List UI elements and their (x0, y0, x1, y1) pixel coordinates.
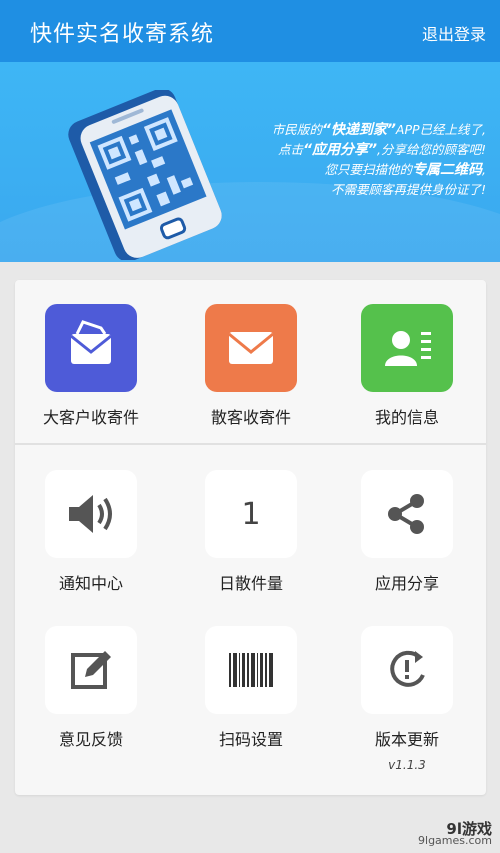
menu-card: 大客户收寄件 散客收寄件 我的信息 通知中心 1 日散件量 应用分享 意见反馈 … (15, 280, 486, 795)
tile-label: 扫码设置 (218, 730, 283, 749)
tile-scan-settings[interactable]: 扫码设置 (181, 626, 321, 750)
tile-label: 通知中心 (58, 574, 123, 593)
section-divider (15, 443, 486, 445)
tile-app-share[interactable]: 应用分享 (337, 470, 477, 594)
tile-notification-center[interactable]: 通知中心 (21, 470, 161, 594)
app-title: 快件实名收寄系统 (30, 22, 215, 47)
promo-text: 市民版的“快递到家”APP已经上线了, 点击“应用分享”,分享给您的顾客吧! 您… (271, 122, 486, 197)
contact-card-icon (361, 304, 453, 392)
tile-label: 日散件量 (218, 574, 283, 593)
tile-label: 意见反馈 (58, 730, 123, 749)
tile-label: 版本更新 (374, 730, 439, 749)
mail-open-icon (45, 304, 137, 392)
daily-count-value: 1 (241, 496, 261, 532)
count-badge: 1 (205, 470, 297, 558)
update-icon (361, 626, 453, 714)
version-number: v1.1.3 (388, 758, 426, 772)
share-icon (361, 470, 453, 558)
watermark-logo: 9l游戏 9lgames.com (418, 820, 492, 847)
tile-large-customer[interactable]: 大客户收寄件 (21, 304, 161, 428)
mail-icon (205, 304, 297, 392)
tile-label: 大客户收寄件 (42, 408, 139, 427)
tile-label: 散客收寄件 (210, 408, 291, 427)
tile-walkin-customer[interactable]: 散客收寄件 (181, 304, 321, 428)
app-header: 快件实名收寄系统 退出登录 (0, 0, 500, 62)
tile-feedback[interactable]: 意见反馈 (21, 626, 161, 750)
tile-version-update[interactable]: 版本更新 v1.1.3 (337, 626, 477, 772)
tile-my-info[interactable]: 我的信息 (337, 304, 477, 428)
tile-label: 应用分享 (374, 574, 439, 593)
tile-daily-count[interactable]: 1 日散件量 (181, 470, 321, 594)
logout-button[interactable]: 退出登录 (422, 21, 486, 45)
barcode-icon (205, 626, 297, 714)
phone-qr-illustration (68, 90, 222, 260)
edit-icon (45, 626, 137, 714)
speaker-icon (45, 470, 137, 558)
promo-banner[interactable]: 市民版的“快递到家”APP已经上线了, 点击“应用分享”,分享给您的顾客吧! 您… (0, 62, 500, 262)
tile-label: 我的信息 (374, 408, 439, 427)
